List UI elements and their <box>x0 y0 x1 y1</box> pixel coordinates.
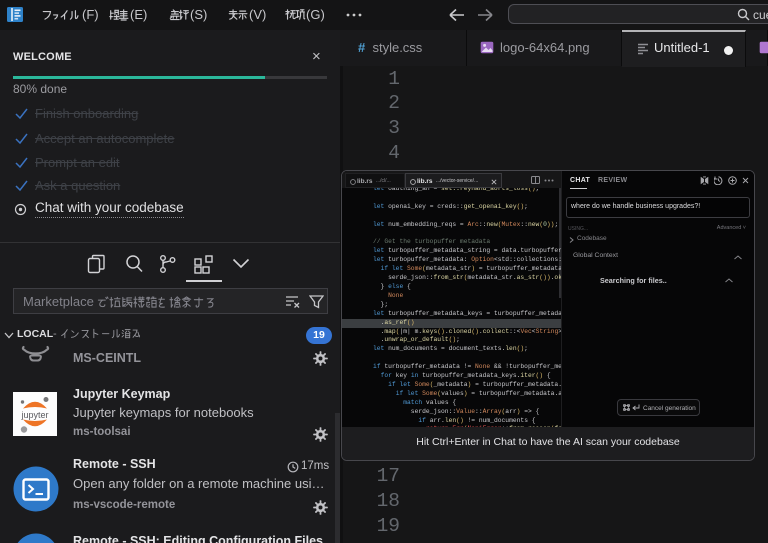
svg-text:jupyter: jupyter <box>20 410 48 420</box>
